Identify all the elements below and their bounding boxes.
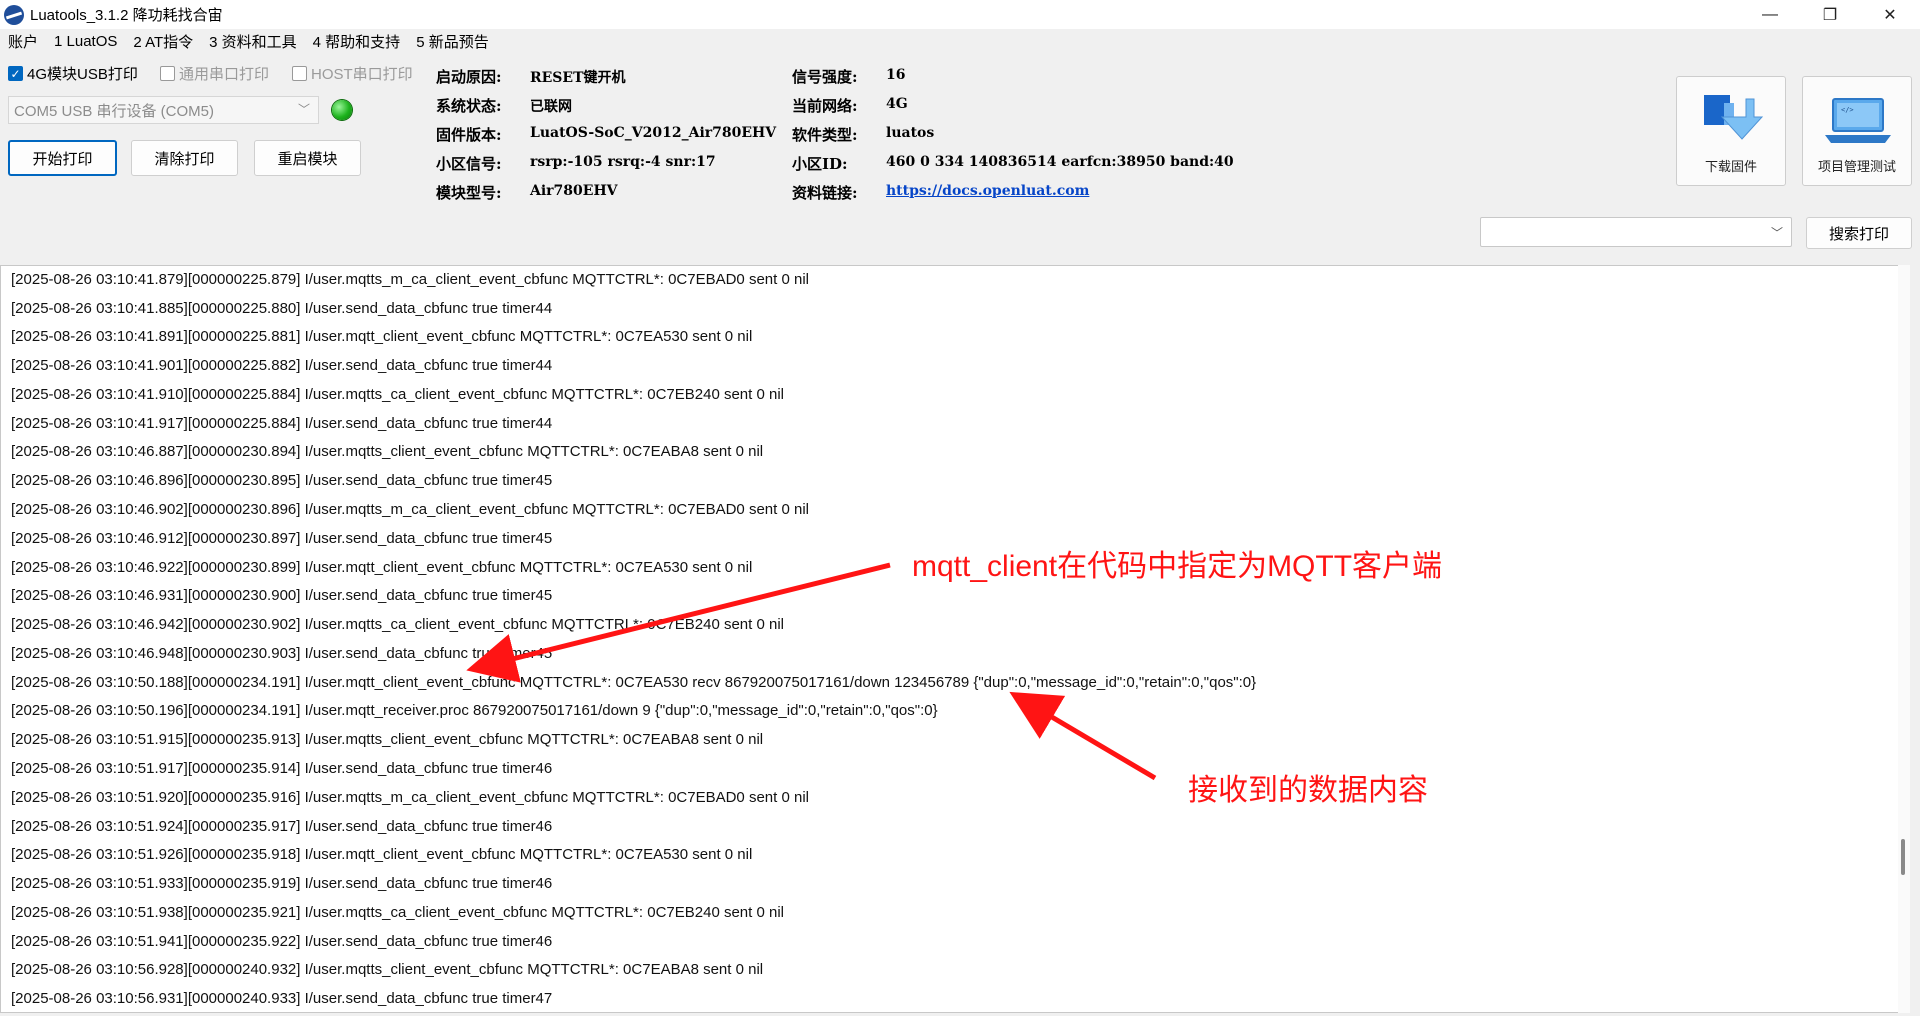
port-select[interactable]: COM5 USB 串行设备 (COM5) ﹀: [8, 96, 319, 124]
system-status-label: 系统状态:: [436, 97, 502, 115]
menu-luatos[interactable]: 1 LuatOS: [46, 33, 125, 50]
port-select-value: COM5 USB 串行设备 (COM5): [14, 102, 215, 120]
module-model-label: 模块型号:: [436, 184, 502, 202]
signal-strength-value: 16: [886, 67, 906, 83]
cell-id-label: 小区ID:: [792, 155, 848, 173]
log-line: [2025-08-26 03:10:46.931][000000230.900]…: [11, 587, 553, 604]
usb-print-checkbox[interactable]: ✓ 4G模块USB打印: [8, 63, 138, 84]
download-icon: [1704, 95, 1764, 140]
log-line: [2025-08-26 03:10:51.920][000000235.916]…: [11, 789, 809, 806]
log-line: [2025-08-26 03:10:41.901][000000225.882]…: [11, 357, 553, 374]
check-icon: ✓: [8, 66, 23, 81]
laptop-icon: </>: [1825, 98, 1891, 143]
project-test-label: 项目管理测试: [1817, 159, 1896, 174]
start-print-button[interactable]: 开始打印: [8, 140, 117, 176]
log-line: [2025-08-26 03:10:51.924][000000235.917]…: [11, 818, 553, 835]
log-line: [2025-08-26 03:10:56.931][000000240.933]…: [11, 990, 553, 1007]
log-line: [2025-08-26 03:10:46.887][000000230.894]…: [11, 443, 764, 460]
close-icon[interactable]: ✕: [1860, 0, 1920, 29]
log-line: [2025-08-26 03:10:51.933][000000235.919]…: [11, 875, 553, 892]
annotation-client-note: mqtt_client在代码中指定为MQTT客户端: [912, 550, 1443, 583]
menu-new-products[interactable]: 5 新品预告: [408, 31, 497, 52]
menu-resources-tools[interactable]: 3 资料和工具: [201, 31, 305, 52]
serial-print-label: 通用串口打印: [179, 66, 270, 83]
software-type-value: luatos: [886, 125, 935, 141]
clear-print-button[interactable]: 清除打印: [131, 140, 238, 176]
log-line: [2025-08-26 03:10:41.910][000000225.884]…: [11, 386, 784, 403]
menu-bar: 账户 1 LuatOS 2 AT指令 3 资料和工具 4 帮助和支持 5 新品预…: [0, 29, 1920, 53]
project-test-button[interactable]: </> 项目管理测试: [1802, 76, 1912, 186]
minimize-icon[interactable]: —: [1740, 0, 1800, 29]
log-line: [2025-08-26 03:10:41.917][000000225.884]…: [11, 415, 553, 432]
search-input[interactable]: ﹀: [1480, 217, 1792, 247]
cell-signal-label: 小区信号:: [436, 155, 502, 173]
boot-reason-value: RESET键开机: [530, 70, 626, 86]
log-output-panel[interactable]: [2025-08-26 03:10:41.879][000000225.879]…: [0, 265, 1910, 1013]
checkbox-box: [160, 66, 175, 81]
checkbox-box: [292, 66, 307, 81]
log-line: [2025-08-26 03:10:46.912][000000230.897]…: [11, 530, 553, 547]
docs-link[interactable]: https://docs.openluat.com: [886, 183, 1089, 199]
log-line: [2025-08-26 03:10:50.188][000000234.191]…: [11, 674, 1257, 691]
menu-help-support[interactable]: 4 帮助和支持: [305, 31, 409, 52]
download-firmware-label: 下载固件: [1704, 159, 1757, 174]
current-network-label: 当前网络:: [792, 97, 858, 115]
maximize-icon[interactable]: ❐: [1800, 0, 1860, 29]
restart-module-button[interactable]: 重启模块: [254, 140, 361, 176]
log-line: [2025-08-26 03:10:46.902][000000230.896]…: [11, 501, 809, 518]
firmware-label: 固件版本:: [436, 126, 502, 144]
window-controls: — ❐ ✕: [1740, 0, 1920, 29]
log-line: [2025-08-26 03:10:51.926][000000235.918]…: [11, 846, 753, 863]
host-print-label: HOST串口打印: [311, 66, 413, 83]
cell-signal-value: rsrp:-105 rsrq:-4 snr:17: [530, 154, 716, 170]
firmware-value: LuatOS-SoC_V2012_Air780EHV: [530, 125, 777, 141]
log-line: [2025-08-26 03:10:41.879][000000225.879]…: [11, 271, 809, 288]
log-line: [2025-08-26 03:10:46.948][000000230.903]…: [11, 645, 553, 662]
log-line: [2025-08-26 03:10:41.885][000000225.880]…: [11, 300, 553, 317]
log-line: [2025-08-26 03:10:51.941][000000235.922]…: [11, 933, 553, 950]
software-type-label: 软件类型:: [792, 126, 858, 144]
download-firmware-button[interactable]: 下载固件: [1676, 76, 1786, 186]
signal-strength-label: 信号强度:: [792, 68, 858, 86]
log-line: [2025-08-26 03:10:51.938][000000235.921]…: [11, 904, 784, 921]
boot-reason-label: 启动原因:: [436, 68, 502, 86]
search-print-button[interactable]: 搜索打印: [1806, 217, 1912, 249]
log-line: [2025-08-26 03:10:41.891][000000225.881]…: [11, 328, 753, 345]
svg-text:</>: </>: [1841, 106, 1854, 114]
module-model-value: Air780EHV: [530, 183, 618, 199]
app-logo-icon: [4, 4, 24, 25]
log-line: [2025-08-26 03:10:46.896][000000230.895]…: [11, 472, 553, 489]
scrollbar-thumb[interactable]: [1901, 839, 1905, 875]
log-line: [2025-08-26 03:10:56.928][000000240.932]…: [11, 961, 764, 978]
host-print-checkbox[interactable]: HOST串口打印: [292, 63, 413, 84]
docs-link-label: 资料链接:: [792, 184, 858, 202]
serial-print-checkbox[interactable]: 通用串口打印: [160, 63, 269, 84]
menu-account[interactable]: 账户: [0, 31, 46, 52]
annotation-data-note: 接收到的数据内容: [1188, 774, 1428, 807]
window-title: Luatools_3.1.2 降功耗找合宙: [30, 7, 223, 24]
chevron-down-icon: ﹀: [297, 102, 310, 117]
log-line: [2025-08-26 03:10:51.917][000000235.914]…: [11, 760, 553, 777]
log-line: [2025-08-26 03:10:46.922][000000230.899]…: [11, 559, 753, 576]
title-bar: Luatools_3.1.2 降功耗找合宙 — ❐ ✕: [0, 0, 1920, 29]
usb-print-label: 4G模块USB打印: [27, 66, 138, 83]
log-scrollbar[interactable]: [1898, 265, 1910, 1013]
log-line: [2025-08-26 03:10:50.196][000000234.191]…: [11, 702, 938, 719]
cell-id-value: 460 0 334 140836514 earfcn:38950 band:40: [886, 154, 1234, 170]
menu-at-commands[interactable]: 2 AT指令: [125, 31, 201, 52]
connection-status-led: [332, 100, 352, 120]
chevron-down-icon: ﹀: [1770, 226, 1783, 240]
system-status-value: 已联网: [530, 99, 572, 115]
current-network-value: 4G: [886, 96, 908, 112]
log-line: [2025-08-26 03:10:46.942][000000230.902]…: [11, 616, 784, 633]
log-line: [2025-08-26 03:10:51.915][000000235.913]…: [11, 731, 764, 748]
